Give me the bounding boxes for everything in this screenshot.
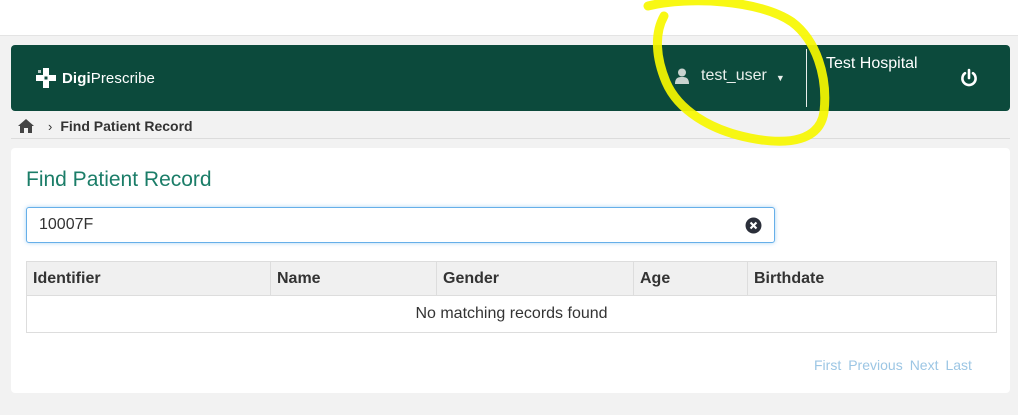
results-table: Identifier Name Gender Age Birthdate No … <box>26 261 997 333</box>
username-label: test_user <box>701 67 767 84</box>
navbar-divider <box>806 49 807 107</box>
patient-search-input[interactable] <box>27 208 739 242</box>
user-icon <box>675 68 689 84</box>
times-circle-icon[interactable] <box>745 217 762 234</box>
pagination-first[interactable]: First <box>814 357 841 373</box>
page-title: Find Patient Record <box>26 168 212 191</box>
pagination-next[interactable]: Next <box>910 357 939 373</box>
search-box <box>26 207 775 243</box>
column-header-identifier[interactable]: Identifier <box>26 261 271 296</box>
column-header-gender[interactable]: Gender <box>436 261 634 296</box>
top-navbar: DigiPrescribe test_user ▼ Test Hospital <box>11 45 1010 111</box>
table-row: No matching records found <box>26 295 997 333</box>
pagination-previous[interactable]: Previous <box>848 357 902 373</box>
browser-top-strip <box>0 0 1018 36</box>
breadcrumb-divider <box>11 138 1010 139</box>
logout-button[interactable] <box>958 67 980 89</box>
pagination-last[interactable]: Last <box>945 357 971 373</box>
power-icon <box>961 68 977 87</box>
chevron-down-icon: ▼ <box>775 72 785 83</box>
breadcrumb-current: Find Patient Record <box>60 118 193 134</box>
user-menu-toggle[interactable]: test_user ▼ <box>675 65 785 87</box>
brand-logo[interactable]: DigiPrescribe <box>35 67 155 89</box>
main-panel: Find Patient Record Identifier Name Gend… <box>11 148 1010 393</box>
hospital-name: Test Hospital <box>826 55 918 72</box>
brand-name: DigiPrescribe <box>62 69 155 87</box>
digiprescribe-logo-icon <box>36 68 56 88</box>
home-icon[interactable] <box>18 119 34 133</box>
table-header-row: Identifier Name Gender Age Birthdate <box>26 261 997 296</box>
column-header-age[interactable]: Age <box>633 261 748 296</box>
breadcrumb: › Find Patient Record <box>18 117 193 135</box>
chevron-right-icon: › <box>48 118 53 134</box>
column-header-name[interactable]: Name <box>270 261 437 296</box>
pagination: First Previous Next Last <box>814 357 972 373</box>
column-header-birthdate[interactable]: Birthdate <box>747 261 997 296</box>
empty-table-message: No matching records found <box>26 295 997 333</box>
